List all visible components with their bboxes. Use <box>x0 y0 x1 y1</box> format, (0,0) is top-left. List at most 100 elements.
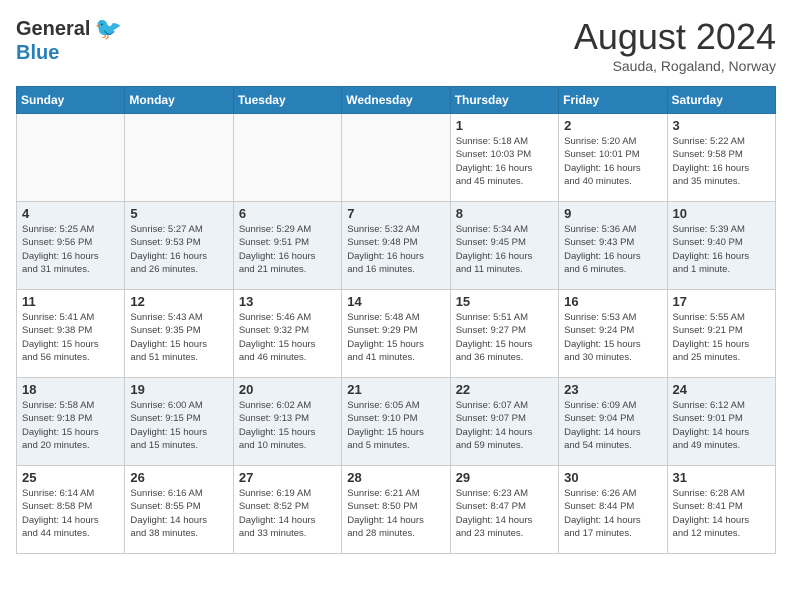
day-info: Sunrise: 6:00 AM Sunset: 9:15 PM Dayligh… <box>130 399 227 452</box>
logo-blue-text: Blue <box>16 42 59 65</box>
day-number: 11 <box>22 294 119 309</box>
day-info: Sunrise: 5:20 AM Sunset: 10:01 PM Daylig… <box>564 135 661 188</box>
day-number: 9 <box>564 206 661 221</box>
day-number: 5 <box>130 206 227 221</box>
day-info: Sunrise: 5:25 AM Sunset: 9:56 PM Dayligh… <box>22 223 119 276</box>
calendar-cell: 10Sunrise: 5:39 AM Sunset: 9:40 PM Dayli… <box>667 202 775 290</box>
day-number: 26 <box>130 470 227 485</box>
calendar-cell: 16 Sunrise: 5:53 AM Sunset: 9:24 PM Dayli… <box>559 290 667 378</box>
subtitle: Sauda, Rogaland, Norway <box>574 58 776 74</box>
calendar-cell: 8 Sunrise: 5:34 AM Sunset: 9:45 PM Daylig… <box>450 202 558 290</box>
calendar-week-row-2: 4 Sunrise: 5:25 AM Sunset: 9:56 PM Daylig… <box>17 202 776 290</box>
day-number: 14 <box>347 294 444 309</box>
day-number: 25 <box>22 470 119 485</box>
day-number: 17 <box>673 294 770 309</box>
calendar-cell <box>125 114 233 202</box>
calendar-week-row-5: 25 Sunrise: 6:14 AM Sunset: 8:58 PM Dayli… <box>17 466 776 554</box>
calendar-cell <box>342 114 450 202</box>
day-info: Sunrise: 6:28 AM Sunset: 8:41 PM Dayligh… <box>673 487 770 540</box>
day-number: 31 <box>673 470 770 485</box>
day-number: 10 <box>673 206 770 221</box>
calendar-cell: 11 Sunrise: 5:41 AM Sunset: 9:38 PM Dayli… <box>17 290 125 378</box>
day-info: Sunrise: 5:27 AM Sunset: 9:53 PM Dayligh… <box>130 223 227 276</box>
calendar-cell: 9 Sunrise: 5:36 AM Sunset: 9:43 PM Daylig… <box>559 202 667 290</box>
calendar-week-row-4: 18Sunrise: 5:58 AM Sunset: 9:18 PM Dayli… <box>17 378 776 466</box>
day-number: 2 <box>564 118 661 133</box>
day-info: Sunrise: 5:46 AM Sunset: 9:32 PM Dayligh… <box>239 311 336 364</box>
calendar-cell: 24Sunrise: 6:12 AM Sunset: 9:01 PM Dayli… <box>667 378 775 466</box>
calendar-cell: 29Sunrise: 6:23 AM Sunset: 8:47 PM Dayli… <box>450 466 558 554</box>
calendar-cell: 26 Sunrise: 6:16 AM Sunset: 8:55 PM Dayli… <box>125 466 233 554</box>
calendar-cell: 13 Sunrise: 5:46 AM Sunset: 9:32 PM Dayli… <box>233 290 341 378</box>
day-info: Sunrise: 5:32 AM Sunset: 9:48 PM Dayligh… <box>347 223 444 276</box>
title-area: August 2024 Sauda, Rogaland, Norway <box>574 16 776 74</box>
day-info: Sunrise: 6:26 AM Sunset: 8:44 PM Dayligh… <box>564 487 661 540</box>
calendar-cell: 31 Sunrise: 6:28 AM Sunset: 8:41 PM Dayli… <box>667 466 775 554</box>
calendar-cell: 28 Sunrise: 6:21 AM Sunset: 8:50 PM Dayli… <box>342 466 450 554</box>
day-info: Sunrise: 5:55 AM Sunset: 9:21 PM Dayligh… <box>673 311 770 364</box>
day-info: Sunrise: 6:07 AM Sunset: 9:07 PM Dayligh… <box>456 399 553 452</box>
calendar-cell <box>233 114 341 202</box>
day-info: Sunrise: 5:43 AM Sunset: 9:35 PM Dayligh… <box>130 311 227 364</box>
calendar-cell: 14 Sunrise: 5:48 AM Sunset: 9:29 PM Dayli… <box>342 290 450 378</box>
day-info: Sunrise: 5:41 AM Sunset: 9:38 PM Dayligh… <box>22 311 119 364</box>
day-info: Sunrise: 6:23 AM Sunset: 8:47 PM Dayligh… <box>456 487 553 540</box>
day-info: Sunrise: 5:22 AM Sunset: 9:58 PM Dayligh… <box>673 135 770 188</box>
day-number: 22 <box>456 382 553 397</box>
day-number: 16 <box>564 294 661 309</box>
calendar-cell: 3Sunrise: 5:22 AM Sunset: 9:58 PM Daylig… <box>667 114 775 202</box>
weekday-header-saturday: Saturday <box>667 87 775 114</box>
page-header: General 🐦 Blue August 2024 Sauda, Rogala… <box>16 16 776 74</box>
calendar-cell: 23 Sunrise: 6:09 AM Sunset: 9:04 PM Dayli… <box>559 378 667 466</box>
weekday-header-friday: Friday <box>559 87 667 114</box>
day-info: Sunrise: 5:48 AM Sunset: 9:29 PM Dayligh… <box>347 311 444 364</box>
calendar-cell: 1Sunrise: 5:18 AM Sunset: 10:03 PM Dayli… <box>450 114 558 202</box>
day-number: 13 <box>239 294 336 309</box>
weekday-header-sunday: Sunday <box>17 87 125 114</box>
calendar-cell: 6 Sunrise: 5:29 AM Sunset: 9:51 PM Daylig… <box>233 202 341 290</box>
day-info: Sunrise: 6:14 AM Sunset: 8:58 PM Dayligh… <box>22 487 119 540</box>
day-info: Sunrise: 6:21 AM Sunset: 8:50 PM Dayligh… <box>347 487 444 540</box>
weekday-header-wednesday: Wednesday <box>342 87 450 114</box>
calendar-cell: 12Sunrise: 5:43 AM Sunset: 9:35 PM Dayli… <box>125 290 233 378</box>
day-number: 8 <box>456 206 553 221</box>
weekday-header-monday: Monday <box>125 87 233 114</box>
calendar-cell: 15Sunrise: 5:51 AM Sunset: 9:27 PM Dayli… <box>450 290 558 378</box>
logo: General 🐦 Blue <box>16 16 122 65</box>
day-number: 27 <box>239 470 336 485</box>
day-number: 4 <box>22 206 119 221</box>
day-number: 21 <box>347 382 444 397</box>
day-info: Sunrise: 5:34 AM Sunset: 9:45 PM Dayligh… <box>456 223 553 276</box>
day-number: 20 <box>239 382 336 397</box>
calendar-cell: 30 Sunrise: 6:26 AM Sunset: 8:44 PM Dayli… <box>559 466 667 554</box>
month-title: August 2024 <box>574 16 776 58</box>
day-number: 28 <box>347 470 444 485</box>
day-number: 6 <box>239 206 336 221</box>
day-info: Sunrise: 6:05 AM Sunset: 9:10 PM Dayligh… <box>347 399 444 452</box>
day-info: Sunrise: 5:36 AM Sunset: 9:43 PM Dayligh… <box>564 223 661 276</box>
calendar-cell: 5 Sunrise: 5:27 AM Sunset: 9:53 PM Daylig… <box>125 202 233 290</box>
day-number: 24 <box>673 382 770 397</box>
weekday-header-thursday: Thursday <box>450 87 558 114</box>
day-number: 30 <box>564 470 661 485</box>
day-info: Sunrise: 5:51 AM Sunset: 9:27 PM Dayligh… <box>456 311 553 364</box>
calendar-cell: 20 Sunrise: 6:02 AM Sunset: 9:13 PM Dayli… <box>233 378 341 466</box>
calendar-cell: 4 Sunrise: 5:25 AM Sunset: 9:56 PM Daylig… <box>17 202 125 290</box>
calendar-cell: 21 Sunrise: 6:05 AM Sunset: 9:10 PM Dayli… <box>342 378 450 466</box>
logo-general-text: General <box>16 18 90 41</box>
day-info: Sunrise: 6:09 AM Sunset: 9:04 PM Dayligh… <box>564 399 661 452</box>
calendar-cell: 27Sunrise: 6:19 AM Sunset: 8:52 PM Dayli… <box>233 466 341 554</box>
logo-bird-icon: 🐦 <box>94 16 121 42</box>
calendar-cell <box>17 114 125 202</box>
day-number: 7 <box>347 206 444 221</box>
day-info: Sunrise: 5:53 AM Sunset: 9:24 PM Dayligh… <box>564 311 661 364</box>
day-info: Sunrise: 5:58 AM Sunset: 9:18 PM Dayligh… <box>22 399 119 452</box>
calendar-cell: 17 Sunrise: 5:55 AM Sunset: 9:21 PM Dayli… <box>667 290 775 378</box>
calendar-cell: 2 Sunrise: 5:20 AM Sunset: 10:01 PM Dayli… <box>559 114 667 202</box>
day-info: Sunrise: 5:29 AM Sunset: 9:51 PM Dayligh… <box>239 223 336 276</box>
day-number: 23 <box>564 382 661 397</box>
day-info: Sunrise: 6:16 AM Sunset: 8:55 PM Dayligh… <box>130 487 227 540</box>
calendar-week-row-3: 11 Sunrise: 5:41 AM Sunset: 9:38 PM Dayli… <box>17 290 776 378</box>
calendar-table: SundayMondayTuesdayWednesdayThursdayFrid… <box>16 86 776 554</box>
day-info: Sunrise: 6:02 AM Sunset: 9:13 PM Dayligh… <box>239 399 336 452</box>
